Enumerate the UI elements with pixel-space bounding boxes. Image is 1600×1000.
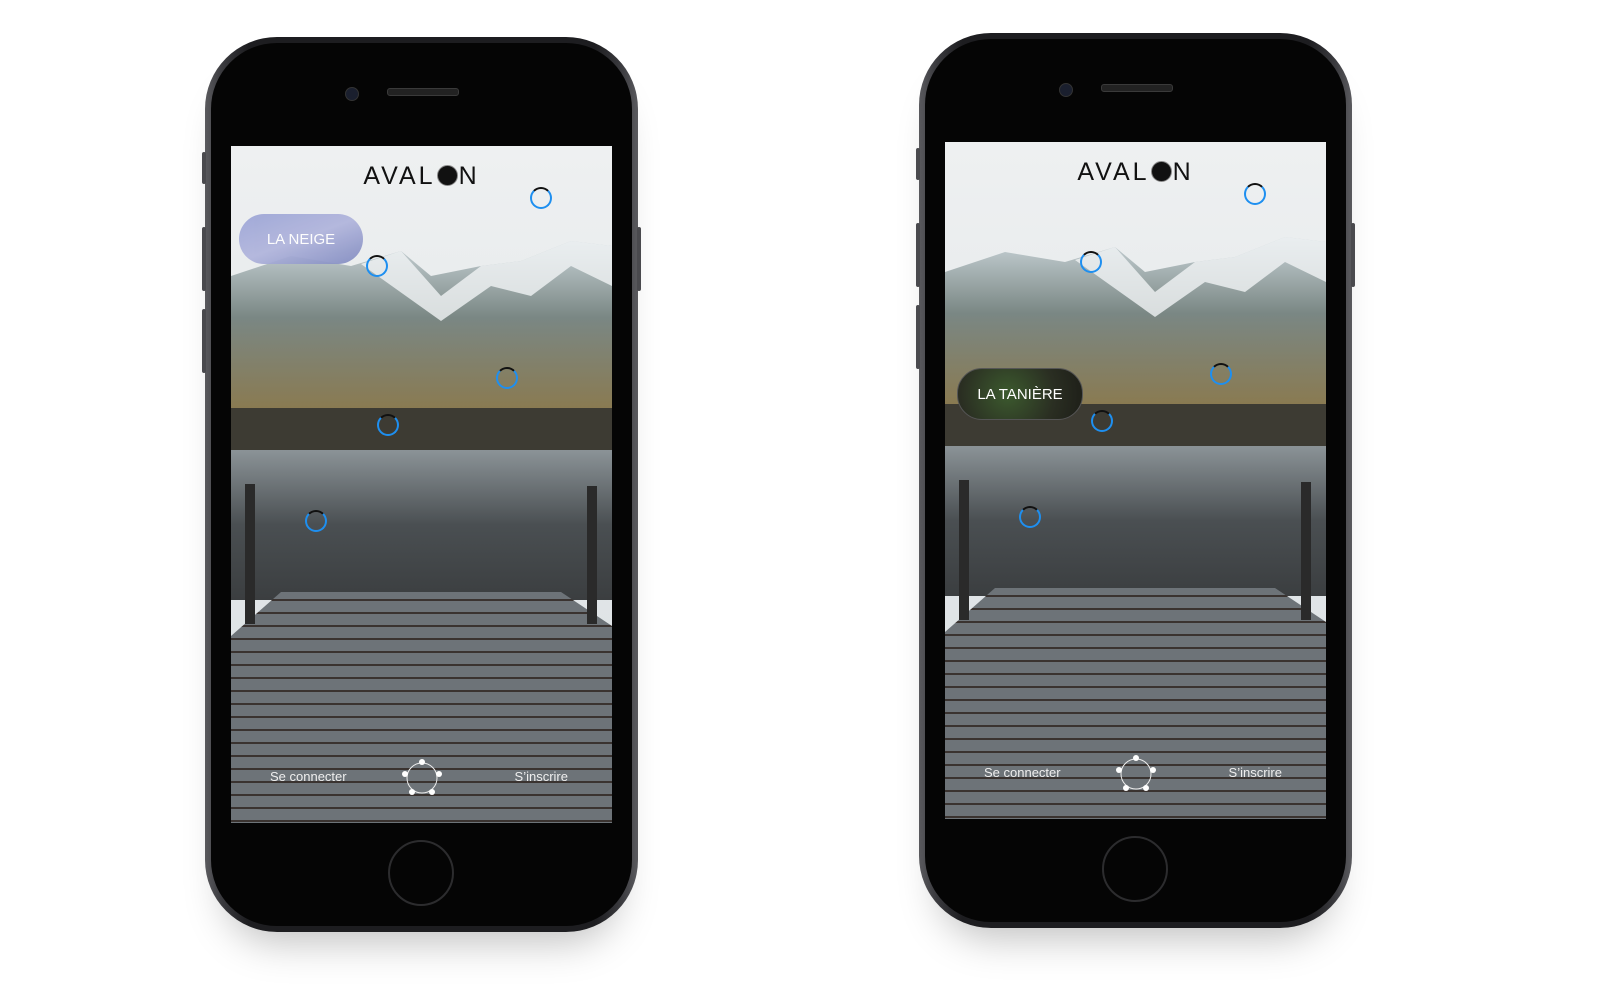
home-button[interactable] (388, 840, 454, 906)
login-link[interactable]: Se connecter (270, 769, 347, 784)
volume-down-button (202, 309, 206, 373)
volume-up-button (916, 223, 920, 287)
camera-icon (345, 87, 359, 101)
hotspot-icon[interactable] (377, 414, 399, 436)
app-screen: AVAL N LA TANIÈRE Se connecter S’inscrire (945, 142, 1326, 819)
power-button (637, 227, 641, 291)
hotspot-icon[interactable] (530, 187, 552, 209)
volume-down-button (916, 305, 920, 369)
hotspot-icon[interactable] (1210, 363, 1232, 385)
speaker-grille (387, 88, 459, 96)
avalon-logo: AVAL N (231, 162, 612, 191)
hotspot-icon[interactable] (1080, 251, 1102, 273)
logo-text: N (1172, 158, 1194, 186)
logo-o-mark (1150, 161, 1172, 182)
pentagon-dots-menu-icon[interactable] (401, 757, 442, 797)
signup-link[interactable]: S’inscrire (1229, 765, 1282, 780)
tooltip-label: LA TANIÈRE (977, 385, 1063, 403)
camera-icon (1059, 83, 1073, 97)
phone-mockup-2: AVAL N LA TANIÈRE Se connecter S’inscrire (916, 33, 1355, 928)
login-link[interactable]: Se connecter (984, 765, 1061, 780)
hotspot-icon[interactable] (1244, 183, 1266, 205)
hotspot-icon[interactable] (366, 255, 388, 277)
hotspot-icon[interactable] (1091, 410, 1113, 432)
volume-up-button (202, 227, 206, 291)
hotspot-icon[interactable] (496, 367, 518, 389)
footer-bar: Se connecter S’inscrire (231, 757, 612, 797)
tooltip-label: LA NEIGE (266, 230, 336, 248)
mute-switch (202, 152, 206, 184)
tooltip-neige[interactable]: LA NEIGE (239, 214, 363, 264)
tooltip-taniere[interactable]: LA TANIÈRE (957, 368, 1083, 420)
speaker-grille (1101, 84, 1173, 92)
logo-text: N (458, 162, 480, 190)
logo-text: AVAL (1077, 158, 1150, 186)
home-button[interactable] (1102, 836, 1168, 902)
signup-link[interactable]: S’inscrire (515, 769, 568, 784)
hotspot-icon[interactable] (1019, 506, 1041, 528)
hotspot-icon[interactable] (305, 510, 327, 532)
avalon-logo: AVAL N (945, 158, 1326, 187)
mute-switch (916, 148, 920, 180)
footer-bar: Se connecter S’inscrire (945, 753, 1326, 793)
app-screen: AVAL N LA NEIGE Se connecter S’inscrire (231, 146, 612, 823)
phone-mockup-1: AVAL N LA NEIGE Se connecter S’inscrire (202, 37, 641, 932)
pentagon-dots-menu-icon[interactable] (1115, 753, 1156, 793)
logo-o-mark (436, 165, 458, 186)
logo-text: AVAL (363, 162, 436, 190)
landscape-background (945, 142, 1326, 819)
power-button (1351, 223, 1355, 287)
